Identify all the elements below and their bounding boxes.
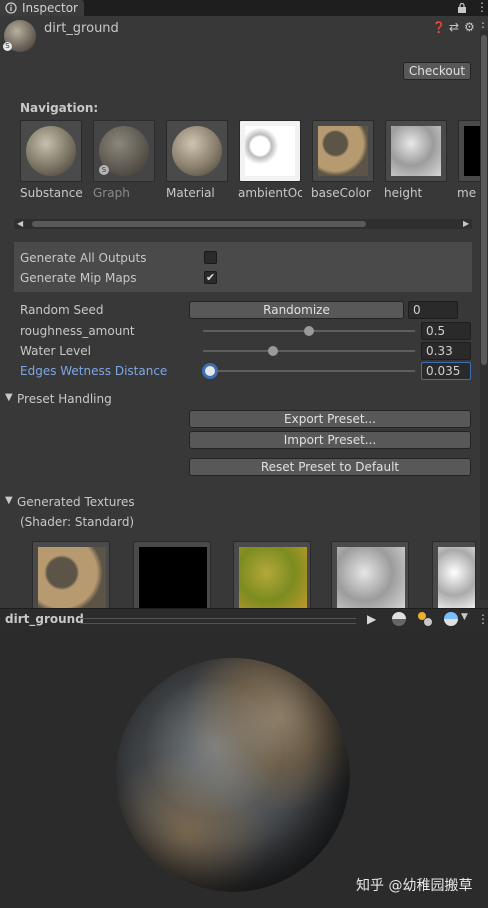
generated-texture-metallic[interactable] — [133, 541, 211, 611]
asset-title: dirt_ground — [44, 21, 119, 36]
roughness-amount-field[interactable]: 0.5 — [421, 322, 471, 340]
sphere-mesh-icon[interactable] — [392, 612, 406, 626]
shader-label: (Shader: Standard) — [20, 515, 135, 529]
nav-label-material: Material — [166, 186, 215, 200]
nav-item-height[interactable] — [385, 120, 447, 182]
edges-wetness-thumb[interactable] — [205, 366, 216, 376]
light-icon[interactable] — [418, 612, 432, 626]
nav-scrollbar-thumb[interactable] — [32, 221, 366, 227]
preview-drag-handle[interactable] — [80, 618, 356, 624]
generated-foldout-icon[interactable]: ▼ — [5, 495, 13, 506]
edges-wetness-field[interactable]: 0.035 — [421, 362, 471, 380]
lock-icon[interactable] — [456, 2, 468, 14]
water-level-label: Water Level — [20, 344, 91, 358]
play-icon[interactable]: ▶ — [367, 612, 376, 626]
nav-item-basecolor[interactable] — [312, 120, 374, 182]
preview-title: dirt_ground — [5, 612, 84, 626]
material-preview-sphere[interactable] — [116, 658, 350, 892]
dropdown-icon[interactable]: ▼ — [461, 612, 468, 622]
skybox-icon[interactable] — [444, 612, 458, 626]
roughness-amount-thumb[interactable] — [304, 326, 314, 336]
random-seed-label: Random Seed — [20, 303, 104, 317]
preset-handling-title[interactable]: Preset Handling — [17, 392, 112, 406]
generate-mip-maps-label: Generate Mip Maps — [20, 271, 137, 285]
nav-label-substance: Substance — [20, 186, 83, 200]
kebab-menu-icon[interactable]: ⋮ — [476, 0, 488, 14]
nav-item-ambient-occlusion[interactable] — [239, 120, 301, 182]
nav-item-metallic[interactable] — [458, 120, 480, 182]
reset-preset-button[interactable]: Reset Preset to Default — [189, 458, 471, 476]
generated-texture-normal[interactable] — [233, 541, 311, 611]
scroll-left-icon[interactable]: ◀ — [17, 219, 23, 228]
water-level-thumb[interactable] — [267, 346, 278, 356]
nav-item-graph[interactable]: S — [93, 120, 155, 182]
nav-label-metallic: me — [457, 186, 477, 200]
nav-item-material[interactable] — [166, 120, 228, 182]
nav-label-graph: Graph — [93, 186, 130, 200]
generate-all-outputs-label: Generate All Outputs — [20, 251, 147, 265]
generated-texture-height[interactable] — [331, 541, 409, 611]
nav-label-basecolor: baseColor — [311, 186, 371, 200]
generate-all-outputs-checkbox[interactable] — [204, 251, 217, 264]
water-level-field[interactable]: 0.33 — [421, 342, 471, 360]
checkout-button[interactable]: Checkout — [403, 62, 471, 80]
generated-texture-ao[interactable] — [432, 541, 476, 611]
nav-label-ambient-occlusion: ambientOcc — [238, 186, 302, 200]
navigation-title: Navigation: — [20, 101, 99, 115]
random-seed-field[interactable]: 0 — [408, 301, 458, 319]
preview-menu-icon[interactable]: ⋮ — [477, 612, 488, 626]
help-icon[interactable]: ❓ — [432, 21, 446, 34]
edges-wetness-label: Edges Wetness Distance — [20, 364, 168, 378]
nav-item-substance[interactable] — [20, 120, 82, 182]
water-level-track[interactable] — [203, 350, 415, 352]
info-icon — [5, 2, 17, 14]
nav-label-height: height — [384, 186, 423, 200]
scroll-right-icon[interactable]: ▶ — [463, 219, 469, 228]
edges-wetness-track[interactable] — [203, 370, 415, 372]
generated-textures-title[interactable]: Generated Textures — [17, 495, 135, 509]
tab-label: Inspector — [22, 1, 78, 15]
preset-foldout-icon[interactable]: ▼ — [5, 392, 13, 403]
inspector-scrollbar-thumb[interactable] — [481, 35, 487, 365]
export-preset-button[interactable]: Export Preset... — [189, 410, 471, 428]
generated-texture-basecolor[interactable] — [32, 541, 110, 611]
watermark: 知乎 @幼稚园搬草 — [356, 878, 473, 894]
generate-mip-maps-checkbox[interactable]: ✔ — [204, 271, 217, 284]
preset-icon[interactable]: ⇄ — [449, 20, 459, 34]
gear-icon[interactable]: ⚙ — [464, 20, 475, 34]
import-preset-button[interactable]: Import Preset... — [189, 431, 471, 449]
roughness-amount-label: roughness_amount — [20, 324, 135, 338]
randomize-button[interactable]: Randomize — [189, 301, 404, 319]
substance-badge-icon: S — [3, 42, 12, 51]
